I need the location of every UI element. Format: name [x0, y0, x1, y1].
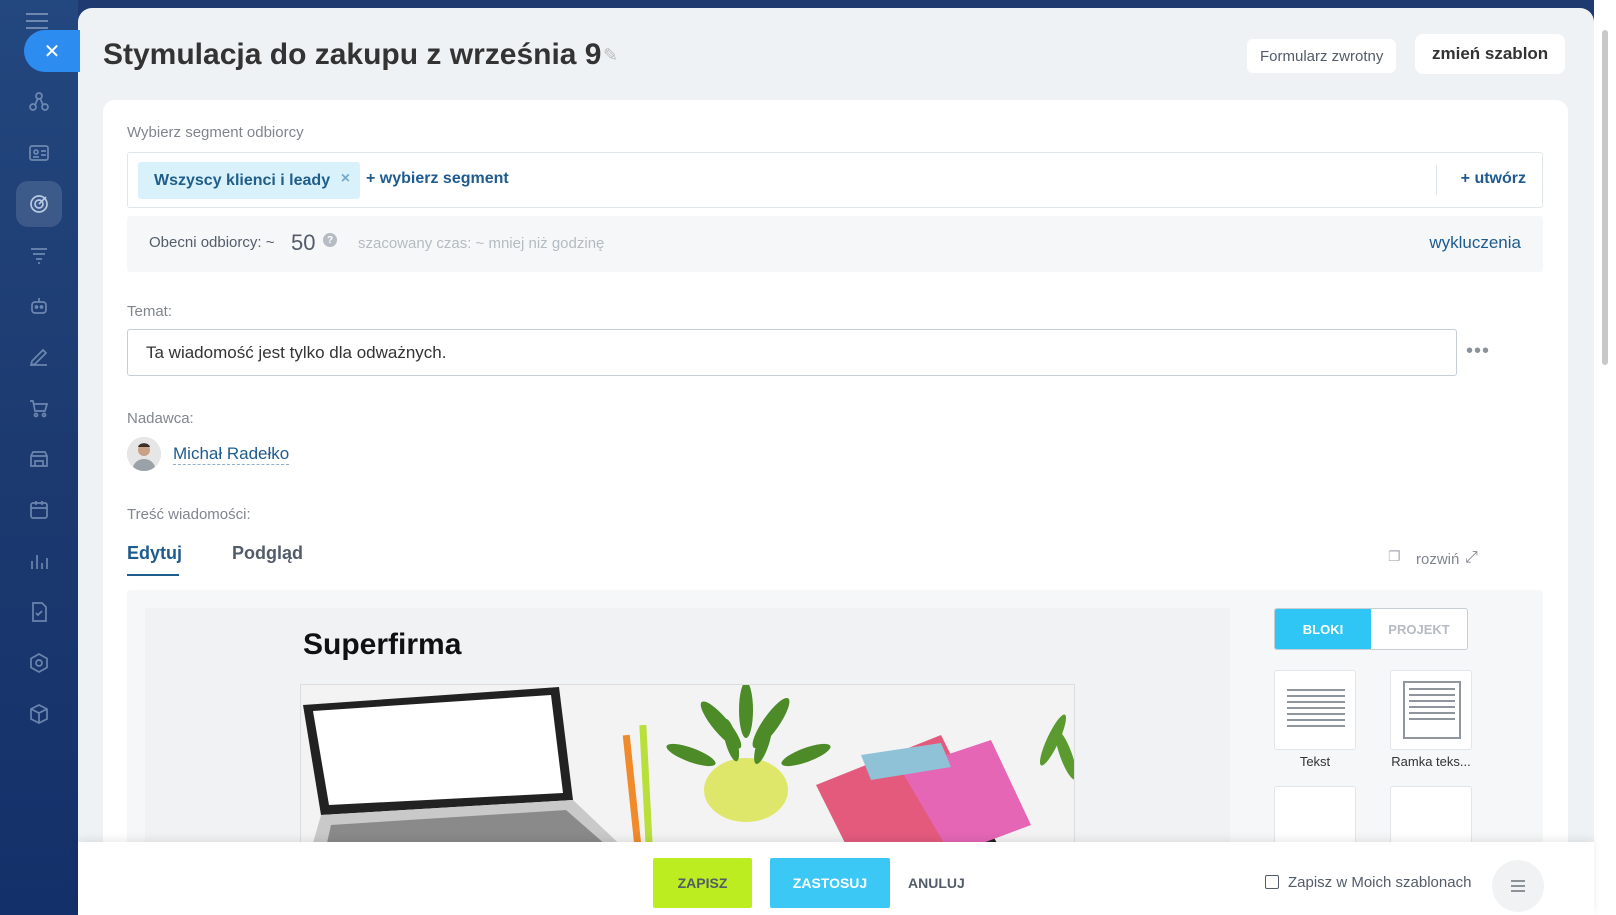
recipients-label: Obecni odbiorcy: ~	[149, 234, 275, 251]
change-template-button[interactable]: zmień szablon	[1415, 34, 1566, 74]
page-title: Stymulacja do zakupu z września 9	[103, 38, 602, 71]
scrollbar-thumb[interactable]	[1602, 30, 1608, 365]
list-icon	[1511, 880, 1525, 892]
segment-chip[interactable]: Wszyscy klienci i leady ×	[138, 162, 361, 199]
create-segment-link[interactable]: + utwórz	[1461, 170, 1526, 188]
menu-icon[interactable]	[26, 13, 48, 29]
apply-button[interactable]: ZASTOSUJ	[770, 858, 890, 908]
mailing-editor-panel: Stymulacja do zakupu z września 9 ✎ Form…	[78, 8, 1594, 915]
calendar-icon[interactable]	[24, 495, 54, 525]
subject-input[interactable]: Ta wiadomość jest tylko dla odważnych.	[127, 329, 1457, 376]
create-segment-label: utwórz	[1474, 170, 1526, 187]
close-panel-button[interactable]: ✕	[24, 30, 80, 72]
list-menu-button[interactable]	[1492, 860, 1544, 912]
store-icon[interactable]	[24, 444, 54, 474]
design-mode-button[interactable]: PROJEKT	[1371, 609, 1467, 649]
pencil-icon[interactable]	[24, 342, 54, 372]
tab-edit[interactable]: Edytuj	[127, 543, 182, 564]
left-sidebar	[0, 0, 78, 915]
exclusions-link[interactable]: wykluczenia	[1429, 233, 1521, 253]
segment-selector[interactable]: Wszyscy klienci i leady × + wybierz segm…	[127, 152, 1543, 208]
divider	[1436, 165, 1437, 195]
estimated-time: szacowany czas: ~ mniej niż godzinę	[358, 235, 605, 252]
document-sign-icon[interactable]	[24, 597, 54, 627]
feedback-form-button[interactable]: Formularz zwrotny	[1247, 39, 1397, 73]
text-block-label: Tekst	[1299, 754, 1331, 769]
sender-name-link[interactable]: Michał Radełko	[173, 444, 290, 465]
contact-card-icon[interactable]	[24, 138, 54, 168]
recipients-info: Obecni odbiorcy: ~ 50 ? szacowany czas: …	[127, 216, 1543, 272]
expand-link[interactable]: rozwiń	[1416, 551, 1459, 568]
blocks-mode-button[interactable]: BLOKI	[1275, 609, 1371, 649]
form-card: Wybierz segment odbiorcy Wszyscy klienci…	[103, 100, 1568, 915]
editor-mode-toggle: BLOKI PROJEKT	[1274, 608, 1468, 650]
save-button[interactable]: ZAPISZ	[653, 858, 752, 908]
tab-preview[interactable]: Podgląd	[232, 543, 303, 564]
content-label: Treść wiadomości:	[127, 506, 251, 523]
subject-label: Temat:	[127, 303, 173, 320]
segment-label: Wybierz segment odbiorcy	[127, 124, 304, 141]
cart-icon[interactable]	[24, 393, 54, 423]
active-tab-indicator	[127, 574, 179, 576]
funnel-icon[interactable]	[24, 240, 54, 270]
text-block[interactable]	[1274, 670, 1356, 750]
analytics-icon[interactable]	[24, 546, 54, 576]
add-segment-link[interactable]: + wybierz segment	[366, 170, 509, 188]
crm-icon[interactable]	[24, 87, 54, 117]
save-template-checkbox[interactable]	[1265, 875, 1279, 889]
robot-icon[interactable]	[24, 291, 54, 321]
cancel-button[interactable]: ANULUJ	[908, 875, 965, 891]
copy-icon[interactable]: ❐	[1388, 548, 1402, 564]
text-block-icon	[1287, 689, 1345, 731]
box-icon[interactable]	[24, 699, 54, 729]
save-template-label[interactable]: Zapisz w Moich szablonach	[1288, 874, 1471, 891]
segment-chip-label: Wszyscy klienci i leady	[154, 171, 331, 189]
avatar	[127, 437, 161, 471]
text-frame-block[interactable]	[1390, 670, 1472, 750]
add-segment-label: wybierz segment	[379, 170, 509, 187]
expand-arrows-icon[interactable]: ⤢	[1465, 549, 1478, 567]
email-heading[interactable]: Superfirma	[303, 628, 461, 662]
remove-segment-icon[interactable]: ×	[341, 170, 350, 188]
edit-title-icon[interactable]: ✎	[603, 45, 618, 66]
more-options-icon[interactable]: •••	[1466, 340, 1490, 363]
marketing-target-icon[interactable]	[16, 181, 62, 227]
footer-action-bar: ZAPISZ ZASTOSUJ ANULUJ Zapisz w Moich sz…	[78, 842, 1594, 915]
page-scrollbar[interactable]	[1594, 0, 1616, 915]
sender-label: Nadawca:	[127, 410, 194, 427]
help-icon[interactable]: ?	[323, 233, 337, 247]
hexagon-icon[interactable]	[24, 648, 54, 678]
text-frame-block-icon	[1403, 681, 1461, 739]
text-frame-block-label: Ramka teks...	[1391, 754, 1471, 769]
recipients-count: 50	[291, 230, 316, 255]
